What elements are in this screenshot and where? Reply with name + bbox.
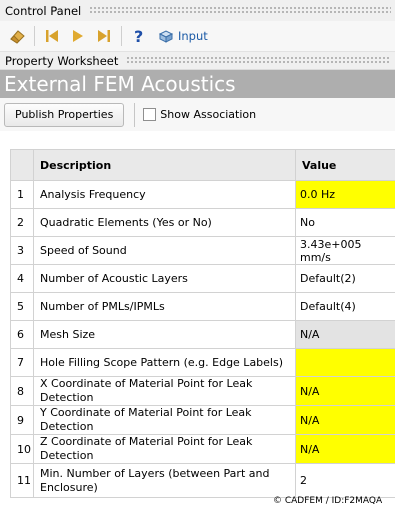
value-column-header: Value (295, 149, 395, 181)
toolbar: ? Input (0, 21, 395, 52)
row-number: 6 (10, 320, 34, 349)
row-description: Number of Acoustic Layers (33, 264, 296, 293)
table-row[interactable]: 5 Number of PMLs/IPMLs Default(4) (10, 292, 395, 321)
input-button[interactable]: Input (158, 29, 208, 43)
row-value[interactable]: N/A (295, 405, 395, 435)
row-description: Y Coordinate of Material Point for Leak … (33, 405, 296, 435)
input-label: Input (178, 29, 208, 43)
row-value[interactable]: N/A (295, 434, 395, 464)
row-value[interactable]: 0.0 Hz (295, 180, 395, 209)
row-number: 9 (10, 405, 34, 435)
help-icon[interactable]: ? (128, 25, 150, 47)
table-row[interactable]: 11 Min. Number of Layers (between Part a… (10, 463, 395, 498)
row-value: N/A (295, 320, 395, 349)
row-description: Number of PMLs/IPMLs (33, 292, 296, 321)
property-table: Description Value 1 Analysis Frequency 0… (10, 149, 395, 498)
row-value[interactable] (295, 348, 395, 377)
table-row[interactable]: 2 Quadratic Elements (Yes or No) No (10, 208, 395, 237)
table-row[interactable]: 9 Y Coordinate of Material Point for Lea… (10, 405, 395, 435)
svg-text:?: ? (134, 27, 143, 45)
description-column-header: Description (33, 149, 296, 181)
row-description: Z Coordinate of Material Point for Leak … (33, 434, 296, 464)
page-title: External FEM Acoustics (0, 70, 395, 98)
table-header-row: Description Value (10, 149, 395, 181)
image-credit: © CADFEM / ID:F2MAQA (273, 496, 383, 506)
row-number: 11 (10, 463, 34, 498)
action-bar: Publish Properties Show Association (0, 98, 395, 131)
row-number: 2 (10, 208, 34, 237)
row-description: Speed of Sound (33, 236, 296, 265)
row-description: Analysis Frequency (33, 180, 296, 209)
skip-back-icon[interactable] (41, 25, 63, 47)
control-panel-header: Control Panel (0, 0, 395, 21)
table-row[interactable]: 4 Number of Acoustic Layers Default(2) (10, 264, 395, 293)
row-value[interactable]: 3.43e+005 mm/s (295, 236, 395, 265)
table-row[interactable]: 3 Speed of Sound 3.43e+005 mm/s (10, 236, 395, 265)
row-description: Min. Number of Layers (between Part and … (33, 463, 296, 498)
panel-grip[interactable] (126, 56, 391, 65)
row-value[interactable]: Default(4) (295, 292, 395, 321)
row-description: Mesh Size (33, 320, 296, 349)
row-value[interactable]: 2 (295, 463, 395, 498)
row-description: X Coordinate of Material Point for Leak … (33, 376, 296, 406)
num-column-header (10, 149, 34, 181)
toolbar-separator (34, 26, 35, 46)
eraser-icon[interactable] (6, 25, 28, 47)
action-separator (134, 102, 136, 127)
row-value[interactable]: Default(2) (295, 264, 395, 293)
show-association-checkbox[interactable] (143, 108, 157, 121)
toolbar-separator (121, 26, 122, 46)
worksheet-title: Property Worksheet (5, 53, 119, 68)
skip-forward-icon[interactable] (93, 25, 115, 47)
publish-properties-button[interactable]: Publish Properties (4, 102, 125, 127)
play-icon[interactable] (67, 25, 89, 47)
panel-grip[interactable] (89, 6, 391, 15)
row-value[interactable]: N/A (295, 376, 395, 406)
row-description: Hole Filling Scope Pattern (e.g. Edge La… (33, 348, 296, 377)
table-row[interactable]: 6 Mesh Size N/A (10, 320, 395, 349)
row-number: 10 (10, 434, 34, 464)
row-number: 8 (10, 376, 34, 406)
row-number: 1 (10, 180, 34, 209)
row-number: 3 (10, 236, 34, 265)
show-association-label[interactable]: Show Association (160, 108, 256, 121)
control-panel-title: Control Panel (5, 3, 82, 18)
row-number: 4 (10, 264, 34, 293)
input-icon (158, 30, 174, 43)
table-row[interactable]: 10 Z Coordinate of Material Point for Le… (10, 434, 395, 464)
table-row[interactable]: 7 Hole Filling Scope Pattern (e.g. Edge … (10, 348, 395, 377)
table-row[interactable]: 8 X Coordinate of Material Point for Lea… (10, 376, 395, 406)
row-number: 7 (10, 348, 34, 377)
row-value[interactable]: No (295, 208, 395, 237)
table-row[interactable]: 1 Analysis Frequency 0.0 Hz (10, 180, 395, 209)
row-description: Quadratic Elements (Yes or No) (33, 208, 296, 237)
worksheet-header: Property Worksheet (0, 52, 395, 70)
row-number: 5 (10, 292, 34, 321)
